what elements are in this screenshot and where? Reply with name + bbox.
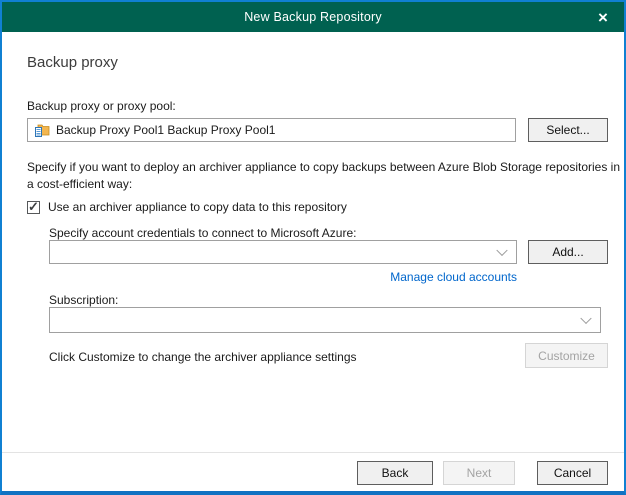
page-title: Backup proxy xyxy=(27,54,118,71)
manage-cloud-accounts-link[interactable]: Manage cloud accounts xyxy=(390,270,517,284)
proxy-pool-field[interactable]: Backup Proxy Pool1 Backup Proxy Pool1 xyxy=(27,118,516,142)
proxy-pool-label: Backup proxy or proxy pool: xyxy=(27,99,176,113)
chevron-down-icon xyxy=(496,245,507,256)
next-button[interactable]: Next xyxy=(443,461,515,485)
proxy-pool-value: Backup Proxy Pool1 Backup Proxy Pool1 xyxy=(56,123,275,137)
subscription-label: Subscription: xyxy=(49,293,118,307)
manage-accounts-row: Manage cloud accounts xyxy=(49,268,517,286)
archiver-checkbox[interactable]: ✓ xyxy=(27,201,40,214)
customize-hint: Click Customize to change the archiver a… xyxy=(49,350,357,364)
cancel-button[interactable]: Cancel xyxy=(537,461,608,485)
chevron-down-icon xyxy=(580,313,591,324)
archiver-checkbox-label[interactable]: Use an archiver appliance to copy data t… xyxy=(48,200,347,214)
check-icon: ✓ xyxy=(28,200,39,213)
proxy-pool-folder-icon xyxy=(34,122,50,138)
add-button[interactable]: Add... xyxy=(528,240,608,264)
customize-button[interactable]: Customize xyxy=(525,343,608,368)
select-button[interactable]: Select... xyxy=(528,118,608,142)
credentials-label: Specify account credentials to connect t… xyxy=(49,226,357,240)
dialog-window: New Backup Repository × Backup proxy Bac… xyxy=(0,0,626,495)
credentials-combobox[interactable] xyxy=(49,240,517,264)
title-bar[interactable]: New Backup Repository × xyxy=(2,2,624,32)
archiver-description: Specify if you want to deploy an archive… xyxy=(27,159,623,192)
back-button[interactable]: Back xyxy=(357,461,433,485)
close-button[interactable]: × xyxy=(586,2,620,32)
close-icon: × xyxy=(598,9,608,26)
window-title: New Backup Repository xyxy=(244,10,382,24)
archiver-checkbox-row: ✓ Use an archiver appliance to copy data… xyxy=(27,200,347,214)
subscription-combobox[interactable] xyxy=(49,307,601,333)
footer-divider xyxy=(2,452,624,453)
